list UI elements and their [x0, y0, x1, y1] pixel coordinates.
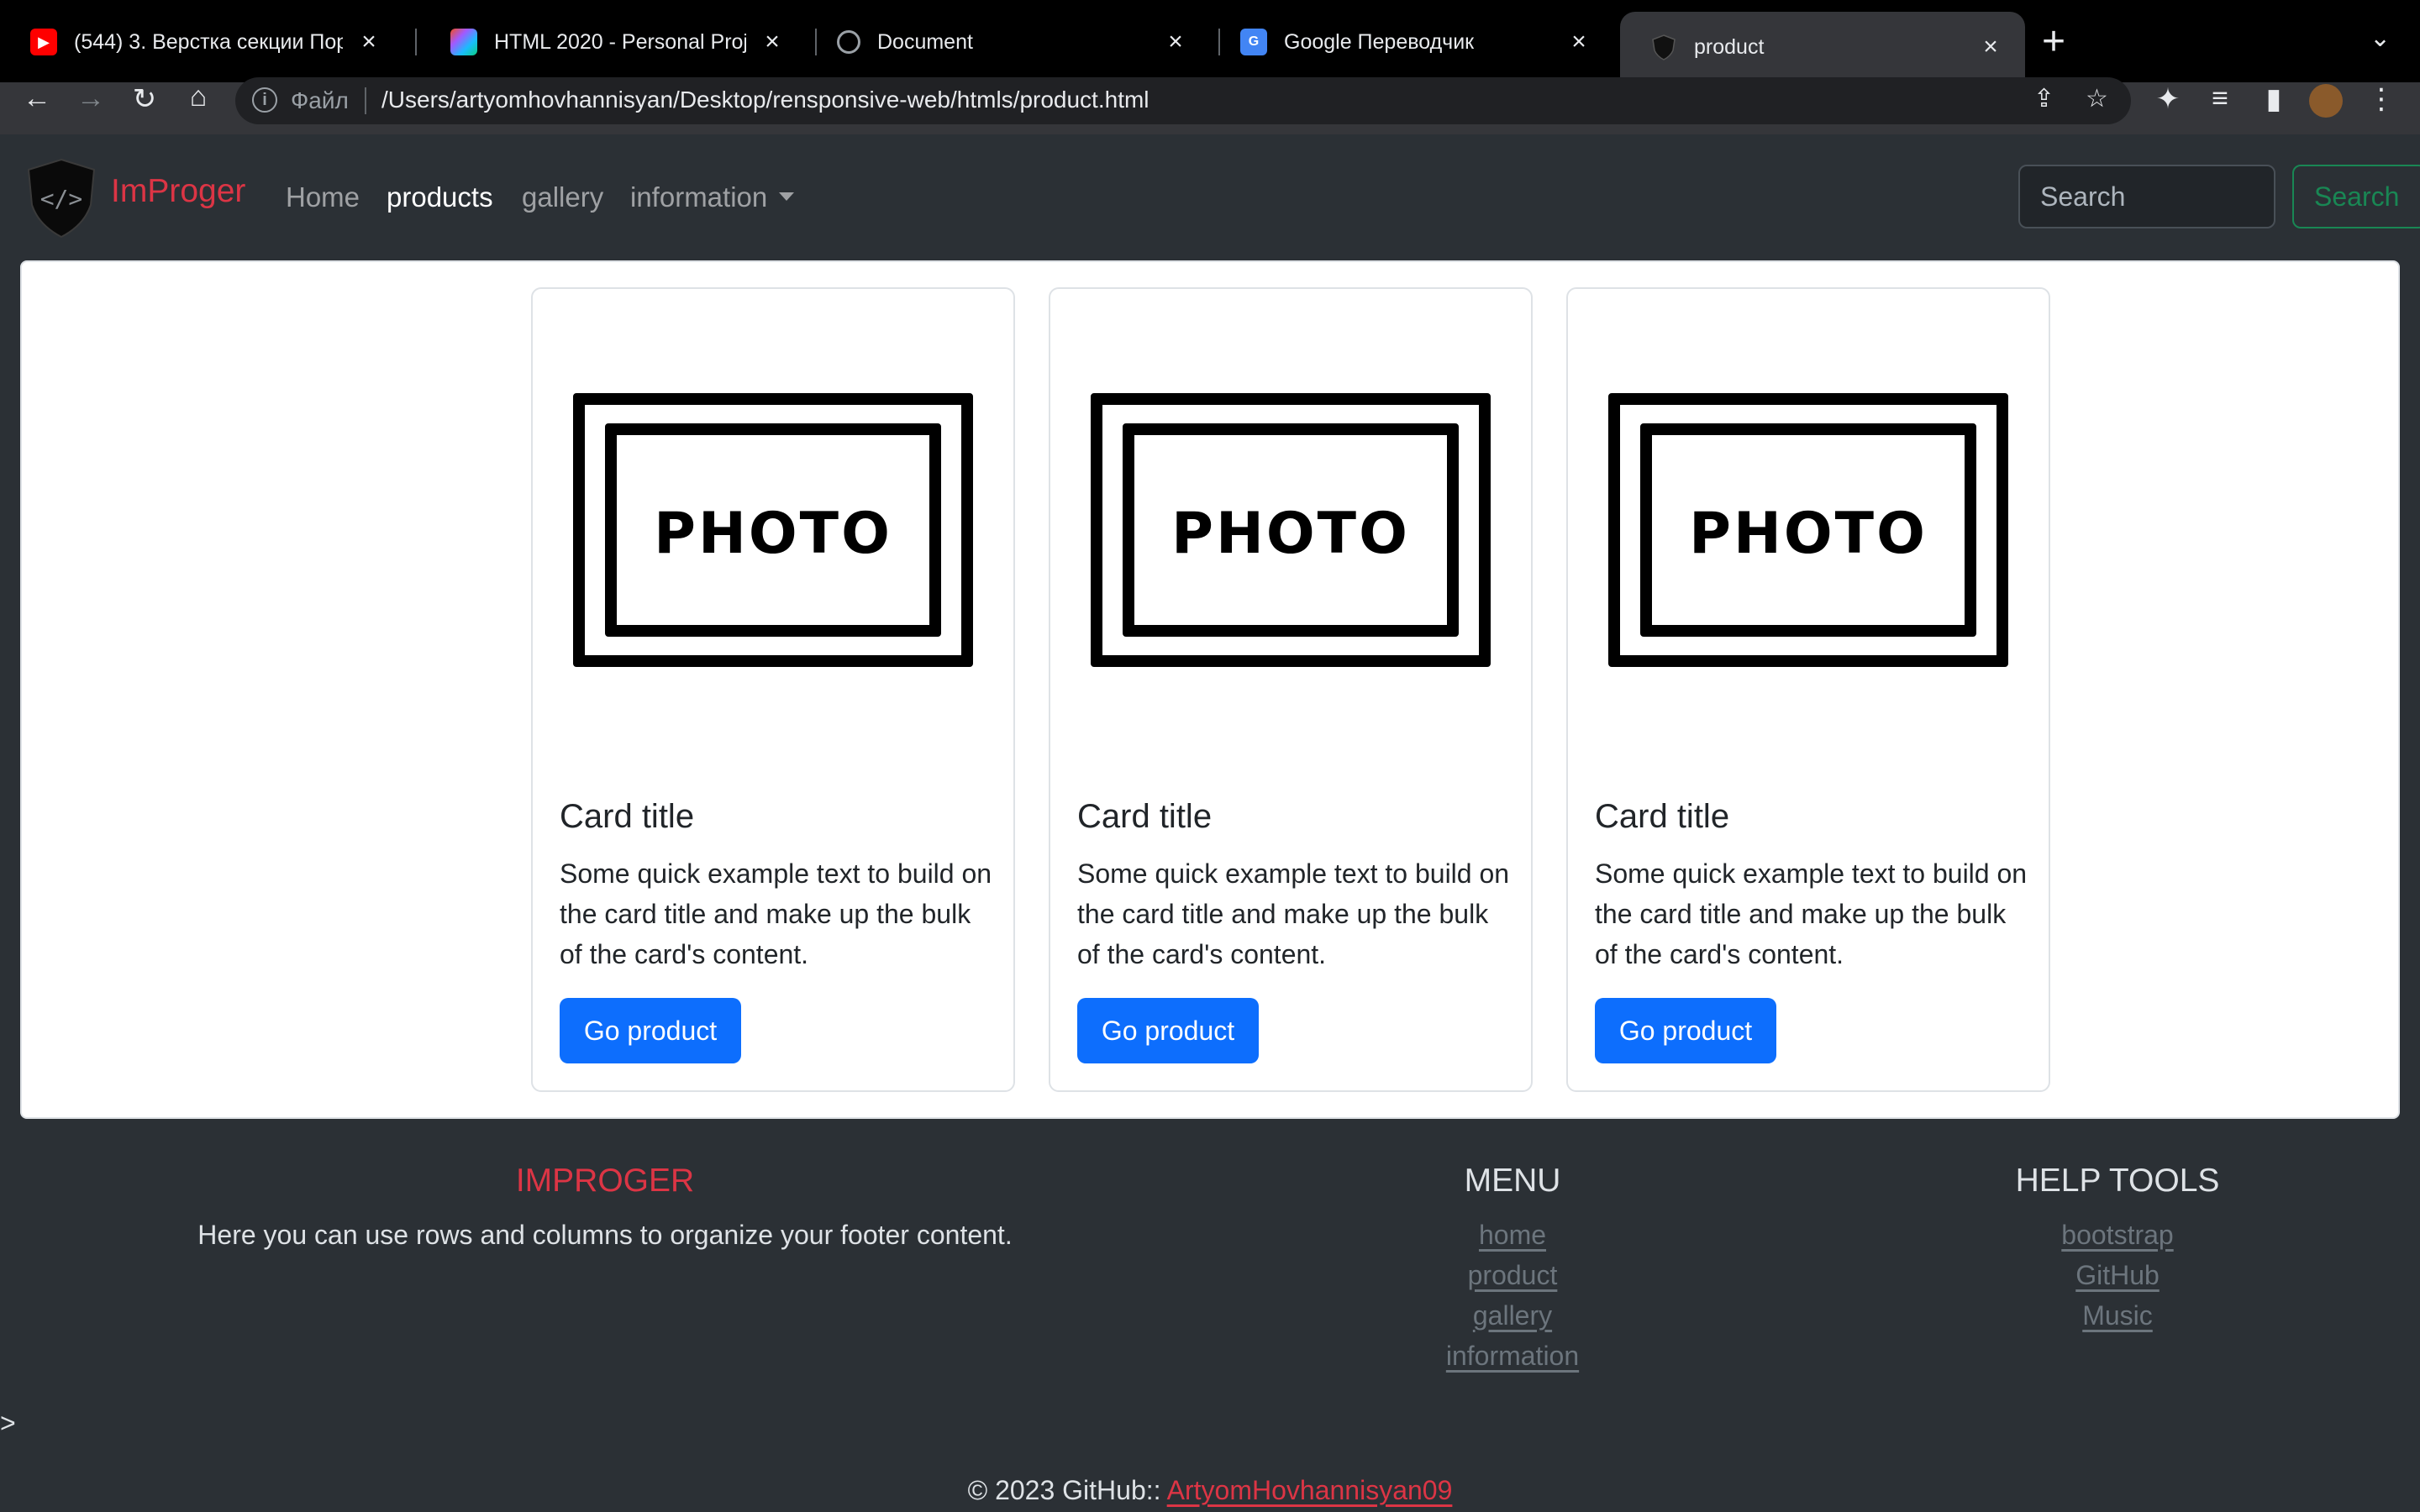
- footer-link-gallery[interactable]: gallery: [1344, 1300, 1681, 1331]
- site-brand[interactable]: ImProger: [111, 173, 245, 210]
- youtube-icon: ▶: [30, 29, 57, 55]
- logo-shield-icon[interactable]: </>: [27, 158, 96, 239]
- tab-title: Google Переводчик: [1284, 29, 1475, 54]
- copyright: © 2023 GitHub:: ArtyomHovhannisyan09: [0, 1475, 2420, 1506]
- nav-link-home[interactable]: Home: [286, 181, 360, 213]
- go-product-button[interactable]: Go product: [560, 998, 741, 1063]
- product-card: PHOTO Card title Some quick example text…: [1049, 287, 1533, 1092]
- card-title: Card title: [1077, 798, 1213, 835]
- close-icon[interactable]: ×: [1978, 33, 2003, 61]
- footer-link-github[interactable]: GitHub: [1949, 1260, 2286, 1291]
- media-queue-icon[interactable]: ≡: [2202, 82, 2238, 115]
- shield-icon: [1652, 34, 1676, 60]
- photo-label: PHOTO: [654, 501, 892, 567]
- search-button[interactable]: Search: [2292, 165, 2420, 228]
- home-icon[interactable]: ⌂: [180, 81, 217, 113]
- share-icon[interactable]: ⇪: [2033, 84, 2054, 113]
- footer-link-product[interactable]: product: [1344, 1260, 1681, 1291]
- svg-text:</>: </>: [40, 185, 83, 213]
- tab-title: HTML 2020 - Personal Project: [494, 29, 746, 54]
- footer-link-music[interactable]: Music: [1949, 1300, 2286, 1331]
- figma-icon: [450, 29, 477, 55]
- url-text[interactable]: /Users/artyomhovhannisyan/Desktop/renspo…: [381, 87, 1150, 113]
- side-panel-icon[interactable]: ▮: [2255, 82, 2292, 116]
- profile-avatar[interactable]: [2309, 84, 2343, 118]
- url-scheme-label: Файл: [291, 87, 349, 113]
- github-profile-link[interactable]: ArtyomHovhannisyan09: [1167, 1475, 1453, 1505]
- url-separator: [365, 87, 366, 114]
- card-title: Card title: [560, 798, 695, 835]
- card-text: Some quick example text to build on the …: [1077, 858, 1510, 969]
- photo-placeholder-image: PHOTO: [1608, 393, 2008, 670]
- card-text: Some quick example text to build on the …: [1595, 858, 2028, 969]
- go-product-button[interactable]: Go product: [1595, 998, 1776, 1063]
- reload-icon[interactable]: ↻: [126, 82, 163, 116]
- browser-tab[interactable]: Document ×: [807, 13, 1210, 71]
- footer-link-bootstrap[interactable]: bootstrap: [1949, 1220, 2286, 1251]
- bookmark-star-icon[interactable]: ☆: [2086, 84, 2108, 113]
- nav-dropdown-information[interactable]: information: [630, 181, 795, 213]
- caret-down-icon: [779, 192, 795, 202]
- stray-text: >: [0, 1408, 16, 1438]
- footer-brand-heading: IMPROGER: [515, 1163, 695, 1199]
- card-text: Some quick example text to build on the …: [560, 858, 992, 969]
- footer-description: Here you can use rows and columns to org…: [197, 1220, 1013, 1250]
- browser-tab[interactable]: HTML 2020 - Personal Project ×: [420, 13, 807, 71]
- photo-label: PHOTO: [1171, 501, 1410, 567]
- tab-search-chevron-icon[interactable]: ⌄: [2370, 24, 2391, 53]
- close-icon[interactable]: ×: [1163, 28, 1188, 56]
- footer-tools-heading: HELP TOOLS: [2015, 1163, 2220, 1199]
- close-icon[interactable]: ×: [1566, 28, 1591, 56]
- browser-tab[interactable]: ▶ (544) 3. Верстка секции Портфолио ×: [0, 13, 403, 71]
- browser-tab-active[interactable]: product ×: [1620, 12, 2025, 82]
- product-card: PHOTO Card title Some quick example text…: [531, 287, 1015, 1092]
- photo-placeholder-image: PHOTO: [573, 393, 973, 670]
- footer-link-information[interactable]: information: [1344, 1341, 1681, 1372]
- close-icon[interactable]: ×: [760, 28, 785, 56]
- footer-link-home[interactable]: home: [1344, 1220, 1681, 1251]
- go-product-button[interactable]: Go product: [1077, 998, 1259, 1063]
- browser-menu-icon[interactable]: ⋮: [2363, 82, 2400, 116]
- forward-arrow-icon[interactable]: →: [72, 82, 109, 115]
- nav-link-gallery[interactable]: gallery: [522, 181, 603, 213]
- google-translate-icon: G: [1240, 29, 1267, 55]
- close-icon[interactable]: ×: [356, 28, 381, 56]
- photo-label: PHOTO: [1689, 501, 1928, 567]
- back-arrow-icon[interactable]: ←: [18, 82, 55, 115]
- browser-tab-bar: ▶ (544) 3. Верстка секции Портфолио × HT…: [0, 0, 2420, 82]
- nav-link-products[interactable]: products: [387, 181, 493, 213]
- copyright-text: © 2023 GitHub::: [967, 1475, 1161, 1505]
- globe-icon: [837, 30, 860, 54]
- tab-title: Document: [877, 29, 973, 54]
- card-title: Card title: [1595, 798, 1730, 835]
- nav-link-information: information: [630, 181, 768, 213]
- tab-separator: [415, 29, 417, 55]
- tab-title: (544) 3. Верстка секции Портфолио: [74, 29, 343, 54]
- product-card: PHOTO Card title Some quick example text…: [1566, 287, 2050, 1092]
- extensions-puzzle-icon[interactable]: ✦: [2149, 82, 2186, 116]
- search-input[interactable]: [2018, 165, 2275, 228]
- tab-title: product: [1694, 34, 1765, 59]
- photo-placeholder-image: PHOTO: [1091, 393, 1491, 670]
- new-tab-button[interactable]: +: [2042, 18, 2065, 65]
- browser-tab[interactable]: G Google Переводчик ×: [1210, 13, 1613, 71]
- info-icon[interactable]: i: [252, 87, 277, 113]
- footer-menu-heading: MENU: [1464, 1163, 1561, 1199]
